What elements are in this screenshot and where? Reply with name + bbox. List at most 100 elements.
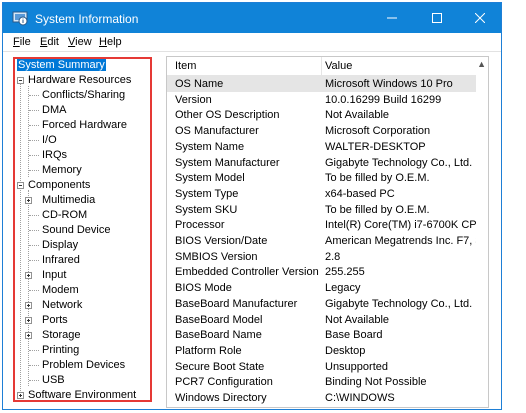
table-row[interactable]: Other OS Description Not Available — [167, 107, 479, 123]
tree-item-usb[interactable]: USB — [41, 373, 66, 388]
tree-branch — [29, 140, 39, 141]
category-tree[interactable]: System Summary Hardware Resources Confli… — [14, 56, 158, 402]
tree-item-memory[interactable]: Memory — [41, 163, 83, 178]
tree-item-hardware-resources[interactable]: Hardware Resources — [17, 73, 132, 88]
tree-item-software-environment[interactable]: Software Environment — [17, 388, 137, 403]
table-row[interactable]: Secure Boot State Unsupported — [167, 359, 479, 375]
table-row[interactable]: System Name WALTER-DESKTOP — [167, 139, 479, 155]
menu-view[interactable]: View — [68, 36, 92, 48]
row-value-cell: C:\WINDOWS — [325, 392, 395, 404]
table-row[interactable]: BaseBoard Name Base Board — [167, 327, 479, 343]
tree-branch — [29, 245, 39, 246]
tree-item-label: Modem — [42, 284, 79, 296]
table-row[interactable]: BIOS Version/Date American Megatrends Inc… — [167, 233, 479, 249]
tree-item-storage[interactable]: Storage — [25, 328, 82, 343]
row-value-cell: 255.255 — [325, 266, 365, 279]
collapse-toggle-icon[interactable] — [17, 77, 24, 84]
table-row[interactable]: OS Manufacturer Microsoft Corporation — [167, 123, 479, 139]
table-row[interactable]: Processor Intel(R) Core(TM) i7-6700K CPU … — [167, 217, 479, 233]
expand-toggle-icon[interactable] — [25, 332, 32, 339]
row-item-cell: OS Name — [175, 78, 224, 90]
menu-edit[interactable]: Edit — [40, 36, 59, 48]
tree-item-infrared[interactable]: Infrared — [41, 253, 81, 268]
tree-item-dma[interactable]: DMA — [41, 103, 67, 118]
tree-item-irqs[interactable]: IRQs — [41, 148, 68, 163]
expand-toggle-icon[interactable] — [25, 317, 32, 324]
tree-item-printing[interactable]: Printing — [41, 343, 80, 358]
menu-help-accel: H — [99, 36, 107, 48]
tree-item-ports[interactable]: Ports — [25, 313, 69, 328]
row-value-cell: Not Available — [325, 313, 390, 326]
table-row[interactable]: PCR7 Configuration Binding Not Possible — [167, 374, 479, 390]
table-row[interactable]: BIOS Mode Legacy — [167, 280, 479, 296]
tree-item-label: Forced Hardware — [42, 119, 127, 131]
expand-toggle-icon[interactable] — [17, 392, 24, 399]
table-row[interactable]: Windows Directory C:\WINDOWS — [167, 390, 479, 406]
table-row[interactable]: Embedded Controller Version 255.255 — [167, 264, 479, 280]
table-row[interactable]: BaseBoard Manufacturer Gigabyte Technolog… — [167, 296, 479, 312]
tree-item-problem-devices[interactable]: Problem Devices — [41, 358, 126, 373]
row-value-cell: Base Board — [325, 329, 383, 342]
row-value-cell: Unsupported — [325, 360, 388, 373]
row-item-cell: BaseBoard Model — [175, 313, 263, 326]
tree-item-label: Ports — [42, 314, 68, 326]
tree-item-display[interactable]: Display — [41, 238, 79, 253]
menu-help[interactable]: Help — [99, 36, 122, 48]
row-item-cell: SMBIOS Version — [175, 250, 258, 263]
scroll-up-icon[interactable]: ▲ — [477, 59, 486, 69]
tree-item-input[interactable]: Input — [25, 268, 67, 283]
maximize-button[interactable] — [414, 3, 459, 33]
tree-item-multimedia[interactable]: Multimedia — [25, 193, 96, 208]
column-header-value[interactable]: Value — [325, 57, 352, 75]
tree-item-modem[interactable]: Modem — [41, 283, 80, 298]
close-button[interactable] — [457, 3, 501, 33]
tree-item-label: I/O — [42, 134, 57, 146]
tree-item-io[interactable]: I/O — [41, 133, 58, 148]
table-row[interactable]: OS Name Microsoft Windows 10 Pro — [167, 76, 479, 92]
tree-item-cd-rom[interactable]: CD-ROM — [41, 208, 88, 223]
tree-item-conflicts-sharing[interactable]: Conflicts/Sharing — [41, 88, 126, 103]
row-item-cell: Embedded Controller Version — [175, 266, 319, 279]
tree-item-label: System Summary — [17, 59, 106, 71]
table-row[interactable]: System SKU To be filled by O.E.M. — [167, 202, 479, 218]
collapse-toggle-icon[interactable] — [17, 182, 24, 189]
title-bar[interactable]: System Information — [3, 3, 501, 33]
minimize-icon — [386, 17, 397, 19]
system-information-window: System Information File Edit View Help S… — [2, 2, 502, 410]
table-row[interactable]: BaseBoard Model Not Available — [167, 312, 479, 328]
tree-item-label: Hardware Resources — [28, 74, 132, 86]
tree-item-system-summary[interactable]: System Summary — [17, 58, 106, 73]
tree-item-label: Conflicts/Sharing — [42, 89, 126, 101]
column-header-item[interactable]: Item — [175, 57, 196, 75]
row-item-cell: Platform Role — [175, 344, 242, 357]
tree-item-label: DMA — [42, 104, 67, 116]
table-row[interactable]: System Type x64-based PC — [167, 186, 479, 202]
system-information-app-icon — [12, 11, 28, 26]
menu-file-label: ile — [19, 36, 31, 48]
vertical-scrollbar[interactable]: ▲ — [476, 57, 488, 407]
row-item-cell: BIOS Mode — [175, 282, 232, 295]
menu-view-label: iew — [75, 36, 92, 48]
table-row[interactable]: Version 10.0.16299 Build 16299 — [167, 92, 479, 108]
tree-item-label: Input — [42, 269, 67, 281]
close-icon — [474, 13, 485, 23]
table-row[interactable]: Platform Role Desktop — [167, 343, 479, 359]
row-item-cell: OS Manufacturer — [175, 125, 259, 138]
tree-item-sound-device[interactable]: Sound Device — [41, 223, 112, 238]
expand-toggle-icon[interactable] — [25, 272, 32, 279]
minimize-button[interactable] — [369, 3, 414, 33]
expand-toggle-icon[interactable] — [25, 197, 32, 204]
table-row[interactable]: System Manufacturer Gigabyte Technology C… — [167, 155, 479, 171]
table-row[interactable]: SMBIOS Version 2.8 — [167, 249, 479, 265]
expand-toggle-icon[interactable] — [25, 302, 32, 309]
tree-branch — [29, 155, 39, 156]
table-row[interactable]: System Model To be filled by O.E.M. — [167, 170, 479, 186]
tree-item-network[interactable]: Network — [25, 298, 83, 313]
details-list[interactable]: Item Value OS Name Microsoft Windows 10 P… — [166, 56, 489, 408]
row-value-cell: Desktop — [325, 344, 366, 357]
column-divider[interactable] — [321, 57, 322, 75]
tree-item-forced-hardware[interactable]: Forced Hardware — [41, 118, 128, 133]
tree-branch — [29, 125, 39, 126]
menu-file[interactable]: File — [13, 36, 31, 48]
tree-item-components[interactable]: Components — [17, 178, 91, 193]
